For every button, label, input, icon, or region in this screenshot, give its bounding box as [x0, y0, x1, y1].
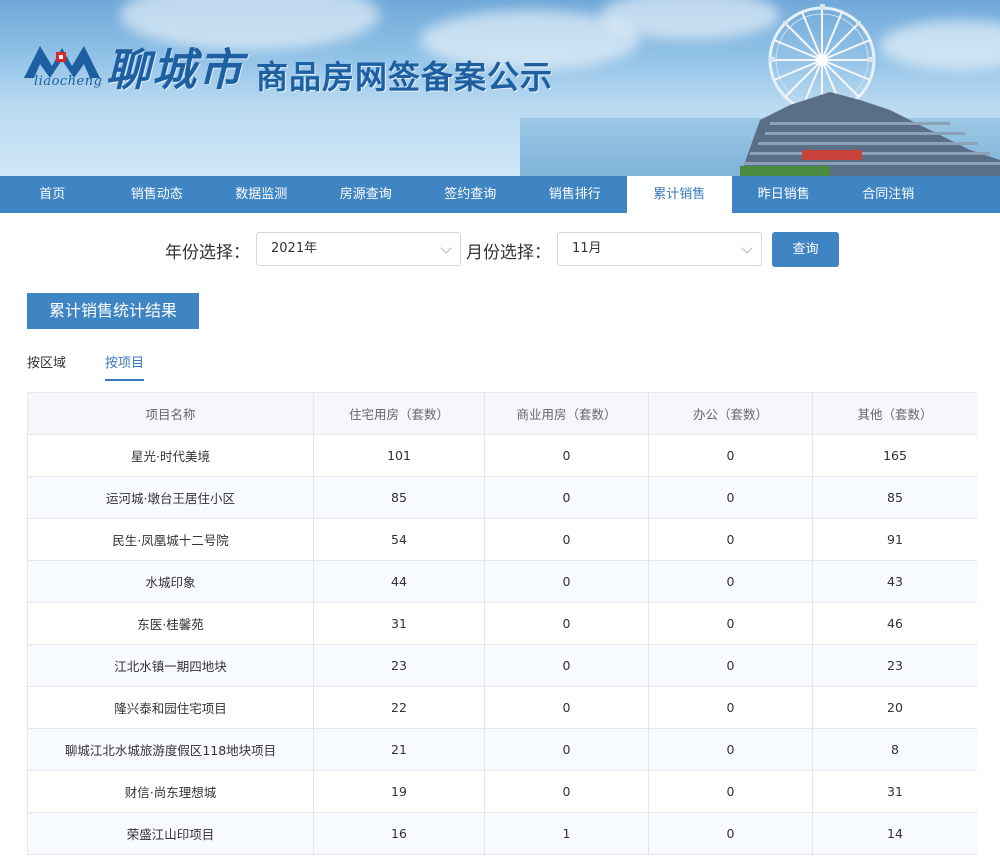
table-row: 隆兴泰和园住宅项目 22 0 0 20	[27, 686, 977, 729]
cell-office: 0	[648, 560, 813, 603]
filter-bar: 年份选择： 2021年 月份选择： 11月 查询	[0, 232, 1000, 268]
cell-project-name: 东医·桂馨苑	[27, 602, 314, 645]
query-button[interactable]: 查询	[772, 232, 839, 267]
header-banner: liaocheng 聊城市 商品房网签备案公示	[0, 0, 1000, 176]
cell-other: 14	[812, 812, 977, 855]
nav-item-cumulative-sales[interactable]: 累计销售	[627, 176, 732, 213]
nav-item-home[interactable]: 首页	[0, 176, 105, 213]
cell-other: 46	[812, 602, 977, 645]
logo-city-name: 聊城市	[106, 45, 244, 96]
cell-project-name: 星光·时代美境	[27, 434, 314, 477]
nav-item-contract-cancel[interactable]: 合同注销	[836, 176, 941, 213]
table-row: 荣盛江山印项目 16 1 0 14	[27, 812, 977, 855]
cell-office: 0	[648, 518, 813, 561]
nav-item-yesterday-sales[interactable]: 昨日销售	[732, 176, 837, 213]
cell-project-name: 财信·尚东理想城	[27, 770, 314, 813]
nav-item-sales-news[interactable]: 销售动态	[105, 176, 210, 213]
cell-residential: 23	[313, 644, 485, 687]
table-row: 财信·尚东理想城 19 0 0 31	[27, 770, 977, 813]
cell-residential: 16	[313, 812, 485, 855]
table-row: 江北水镇一期四地块 23 0 0 23	[27, 644, 977, 687]
cell-other: 20	[812, 686, 977, 729]
month-select-value: 11月	[572, 241, 602, 256]
month-select[interactable]: 11月	[557, 232, 762, 266]
cell-commercial: 0	[484, 728, 649, 771]
cell-other: 85	[812, 476, 977, 519]
cell-project-name: 水城印象	[27, 560, 314, 603]
cell-other: 23	[812, 644, 977, 687]
year-select[interactable]: 2021年	[256, 232, 461, 266]
cell-project-name: 江北水镇一期四地块	[27, 644, 314, 687]
logo-subtitle: liaocheng	[34, 74, 103, 89]
cell-other: 31	[812, 770, 977, 813]
cell-commercial: 0	[484, 602, 649, 645]
cell-commercial: 1	[484, 812, 649, 855]
cell-commercial: 0	[484, 518, 649, 561]
cell-project-name: 荣盛江山印项目	[27, 812, 314, 855]
section-title: 累计销售统计结果	[27, 293, 199, 329]
column-header-residential: 住宅用房（套数）	[313, 392, 485, 435]
table-row: 东医·桂馨苑 31 0 0 46	[27, 602, 977, 645]
cell-office: 0	[648, 686, 813, 729]
tab-by-region[interactable]: 按区域	[27, 352, 66, 379]
column-header-project-name: 项目名称	[27, 392, 314, 435]
cell-residential: 44	[313, 560, 485, 603]
cell-commercial: 0	[484, 770, 649, 813]
month-label: 月份选择：	[466, 243, 551, 263]
year-select-value: 2021年	[271, 241, 318, 256]
cell-residential: 22	[313, 686, 485, 729]
cell-office: 0	[648, 602, 813, 645]
cell-commercial: 0	[484, 476, 649, 519]
chevron-down-icon	[741, 242, 753, 254]
cell-office: 0	[648, 770, 813, 813]
cell-other: 43	[812, 560, 977, 603]
cell-commercial: 0	[484, 686, 649, 729]
column-header-office: 办公（套数）	[648, 392, 813, 435]
cell-other: 165	[812, 434, 977, 477]
cell-commercial: 0	[484, 434, 649, 477]
table-row: 运河城·墩台王居住小区 85 0 0 85	[27, 476, 977, 519]
cell-project-name: 运河城·墩台王居住小区	[27, 476, 314, 519]
sales-table: 项目名称 住宅用房（套数） 商业用房（套数） 办公（套数） 其他（套数） 星光·…	[27, 392, 977, 855]
cell-project-name: 民生·凤凰城十二号院	[27, 518, 314, 561]
main-nav: 首页 销售动态 数据监测 房源查询 签约查询 销售排行 累计销售 昨日销售 合同…	[0, 176, 1000, 213]
cell-office: 0	[648, 434, 813, 477]
column-header-commercial: 商业用房（套数）	[484, 392, 649, 435]
cell-residential: 31	[313, 602, 485, 645]
cell-project-name: 聊城江北水城旅游度假区118地块项目	[27, 728, 314, 771]
cell-project-name: 隆兴泰和园住宅项目	[27, 686, 314, 729]
cell-residential: 54	[313, 518, 485, 561]
tab-by-project[interactable]: 按项目	[105, 352, 145, 381]
table-row: 星光·时代美境 101 0 0 165	[27, 434, 977, 477]
table-row: 民生·凤凰城十二号院 54 0 0 91	[27, 518, 977, 561]
cell-other: 91	[812, 518, 977, 561]
cell-office: 0	[648, 728, 813, 771]
ferris-wheel-illustration	[740, 4, 1000, 176]
column-header-other: 其他（套数）	[812, 392, 977, 435]
nav-item-listing-search[interactable]: 房源查询	[314, 176, 419, 213]
nav-item-contract-search[interactable]: 签约查询	[418, 176, 523, 213]
cell-commercial: 0	[484, 644, 649, 687]
cell-other: 8	[812, 728, 977, 771]
cell-residential: 101	[313, 434, 485, 477]
year-label: 年份选择：	[165, 243, 250, 263]
cell-office: 0	[648, 812, 813, 855]
cell-office: 0	[648, 476, 813, 519]
cell-residential: 19	[313, 770, 485, 813]
table-row: 聊城江北水城旅游度假区118地块项目 21 0 0 8	[27, 728, 977, 771]
chevron-down-icon	[440, 242, 452, 254]
site-title: 商品房网签备案公示	[256, 58, 554, 96]
table-header-row: 项目名称 住宅用房（套数） 商业用房（套数） 办公（套数） 其他（套数）	[27, 392, 977, 435]
cell-residential: 21	[313, 728, 485, 771]
nav-item-sales-ranking[interactable]: 销售排行	[523, 176, 628, 213]
nav-item-data-monitor[interactable]: 数据监测	[209, 176, 314, 213]
table-row: 水城印象 44 0 0 43	[27, 560, 977, 603]
sales-table-container: 项目名称 住宅用房（套数） 商业用房（套数） 办公（套数） 其他（套数） 星光·…	[27, 392, 977, 858]
cell-residential: 85	[313, 476, 485, 519]
cell-commercial: 0	[484, 560, 649, 603]
cell-office: 0	[648, 644, 813, 687]
